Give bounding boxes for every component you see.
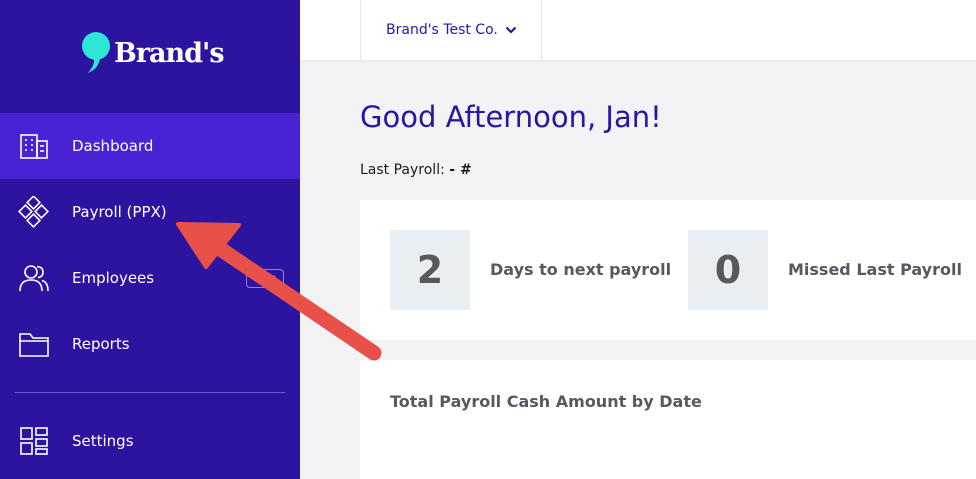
folder-icon [18,328,50,360]
sidebar: Brand's Dashboard Payroll (PPX) Employee… [0,0,300,479]
last-payroll-info: Last Payroll: - # [360,162,472,178]
company-name: Brand's Test Co. [386,22,498,38]
chart-title: Total Payroll Cash Amount by Date [390,392,702,411]
sidebar-divider [15,392,285,393]
diamond-grid-icon [18,196,50,228]
last-payroll-label: Last Payroll: [360,162,445,178]
days-to-next-payroll-label: Days to next payroll [490,260,672,279]
brand-logo[interactable]: Brand's [80,32,225,74]
sidebar-item-label: Payroll (PPX) [72,203,167,221]
quote-logo-icon [82,32,110,73]
payroll-stats-card: 2 Days to next payroll 0 Missed Last Pay… [360,200,976,340]
missed-last-payroll-label: Missed Last Payroll [788,260,962,279]
sidebar-item-dashboard[interactable]: Dashboard [0,113,300,179]
days-to-next-payroll-value: 2 [390,230,470,310]
page-title: Good Afternoon, Jan! [360,100,662,134]
top-bar: Brand's Test Co. [300,0,976,60]
missed-last-payroll-value: 0 [688,230,768,310]
beta-badge: Beta [246,268,284,288]
brand-name: Brand's [114,37,225,69]
sidebar-item-reports[interactable]: Reports [0,311,300,377]
users-icon [18,262,50,294]
payroll-cash-chart-card: Total Payroll Cash Amount by Date [360,360,976,479]
sidebar-item-label: Dashboard [72,137,154,155]
sidebar-item-label: Settings [72,432,134,450]
sidebar-item-label: Reports [72,335,130,353]
building-icon [18,130,50,162]
grid-icon [18,425,50,457]
chevron-down-icon [505,26,517,34]
sidebar-item-label: Employees [72,269,155,287]
company-selector[interactable]: Brand's Test Co. [360,0,542,60]
sidebar-item-payroll[interactable]: Payroll (PPX) [0,179,300,245]
sidebar-item-settings[interactable]: Settings [0,408,300,474]
last-payroll-value: - # [449,162,472,178]
sidebar-item-employees[interactable]: Employees Beta [0,245,300,311]
